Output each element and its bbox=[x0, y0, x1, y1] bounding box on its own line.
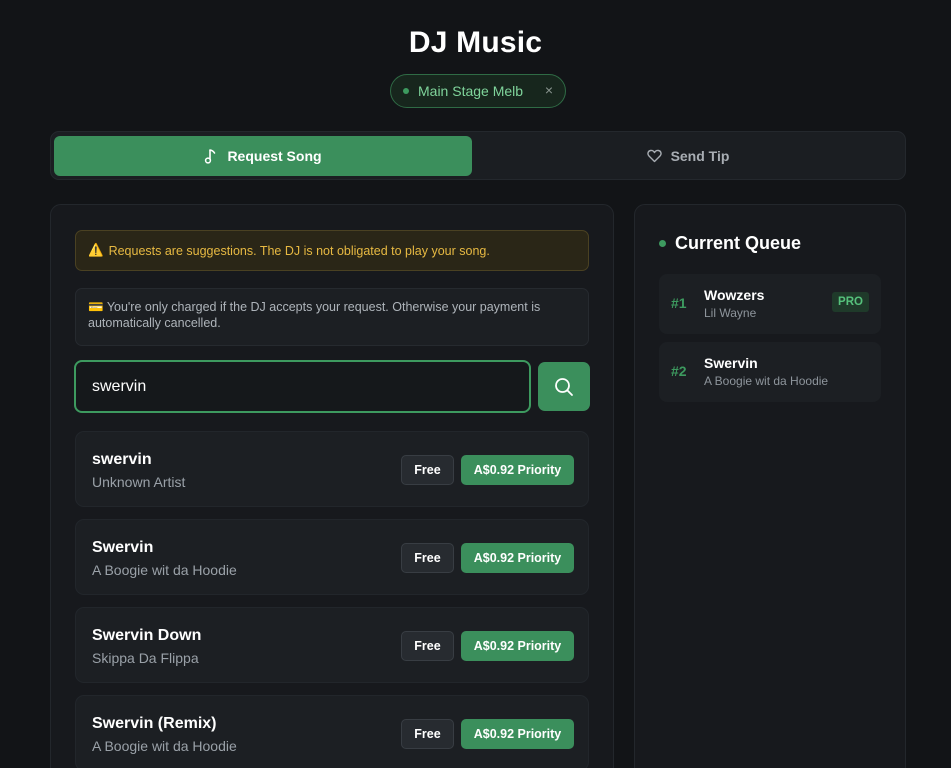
song-artist: A Boogie wit da Hoodie bbox=[92, 738, 237, 754]
free-request-button[interactable]: Free bbox=[401, 455, 454, 485]
priority-request-button[interactable]: A$0.92 Priority bbox=[461, 543, 574, 573]
info-text: You're only charged if the DJ accepts yo… bbox=[88, 300, 541, 330]
venue-name: Main Stage Melb bbox=[418, 83, 524, 99]
result-item: Swervin A Boogie wit da Hoodie Free A$0.… bbox=[75, 519, 589, 595]
warning-text: Requests are suggestions. The DJ is not … bbox=[108, 243, 490, 258]
tab-send-tip[interactable]: Send Tip bbox=[472, 136, 904, 176]
status-dot-icon bbox=[659, 240, 666, 247]
free-request-button[interactable]: Free bbox=[401, 543, 454, 573]
warning-icon: ⚠️ bbox=[88, 243, 104, 257]
free-request-button[interactable]: Free bbox=[401, 719, 454, 749]
mode-tabs: Request Song Send Tip bbox=[50, 131, 906, 180]
priority-request-button[interactable]: A$0.92 Priority bbox=[461, 631, 574, 661]
song-artist: Skippa Da Flippa bbox=[92, 650, 199, 666]
tab-label: Request Song bbox=[227, 148, 322, 164]
queue-item: #2 Swervin A Boogie wit da Hoodie bbox=[659, 342, 881, 402]
search-input[interactable] bbox=[74, 360, 531, 413]
song-title: swervin bbox=[92, 451, 152, 468]
queue-panel: Current Queue #1 Wowzers Lil Wayne PRO #… bbox=[634, 204, 906, 768]
request-panel: ⚠️ Requests are suggestions. The DJ is n… bbox=[50, 204, 614, 768]
queue-song: Swervin bbox=[704, 355, 758, 371]
queue-item: #1 Wowzers Lil Wayne PRO bbox=[659, 274, 881, 334]
queue-artist: Lil Wayne bbox=[704, 306, 757, 320]
song-artist: A Boogie wit da Hoodie bbox=[92, 562, 237, 578]
tab-label: Send Tip bbox=[670, 148, 730, 164]
result-item: Swervin (Remix) A Boogie wit da Hoodie F… bbox=[75, 695, 589, 768]
card-icon: 💳 bbox=[88, 300, 104, 314]
priority-request-button[interactable]: A$0.92 Priority bbox=[461, 455, 574, 485]
search-icon bbox=[555, 377, 573, 396]
song-artist: Unknown Artist bbox=[92, 474, 186, 490]
queue-heading: Current Queue bbox=[659, 233, 801, 254]
tab-request-song[interactable]: Request Song bbox=[54, 136, 472, 176]
disclaimer-warning: ⚠️ Requests are suggestions. The DJ is n… bbox=[75, 230, 589, 271]
queue-title: Current Queue bbox=[675, 233, 802, 253]
free-request-button[interactable]: Free bbox=[401, 631, 454, 661]
venue-chip[interactable]: Main Stage Melb × bbox=[390, 74, 566, 108]
close-icon[interactable]: × bbox=[545, 82, 553, 98]
song-title: Swervin (Remix) bbox=[92, 715, 217, 732]
queue-position: #1 bbox=[671, 295, 687, 311]
song-title: Swervin bbox=[92, 539, 154, 556]
queue-position: #2 bbox=[671, 363, 687, 379]
queue-song: Wowzers bbox=[704, 287, 765, 303]
status-dot-icon bbox=[403, 88, 409, 94]
search-button[interactable] bbox=[538, 362, 590, 411]
result-item: swervin Unknown Artist Free A$0.92 Prior… bbox=[75, 431, 589, 507]
priority-request-button[interactable]: A$0.92 Priority bbox=[461, 719, 574, 749]
heart-icon bbox=[646, 149, 662, 163]
payment-info: 💳 You're only charged if the DJ accepts … bbox=[75, 288, 589, 346]
song-title: Swervin Down bbox=[92, 627, 202, 644]
queue-artist: A Boogie wit da Hoodie bbox=[704, 374, 829, 388]
pro-badge: PRO bbox=[832, 292, 869, 312]
result-item: Swervin Down Skippa Da Flippa Free A$0.9… bbox=[75, 607, 589, 683]
music-note-icon bbox=[205, 149, 216, 164]
page-title: DJ Music bbox=[408, 26, 543, 59]
